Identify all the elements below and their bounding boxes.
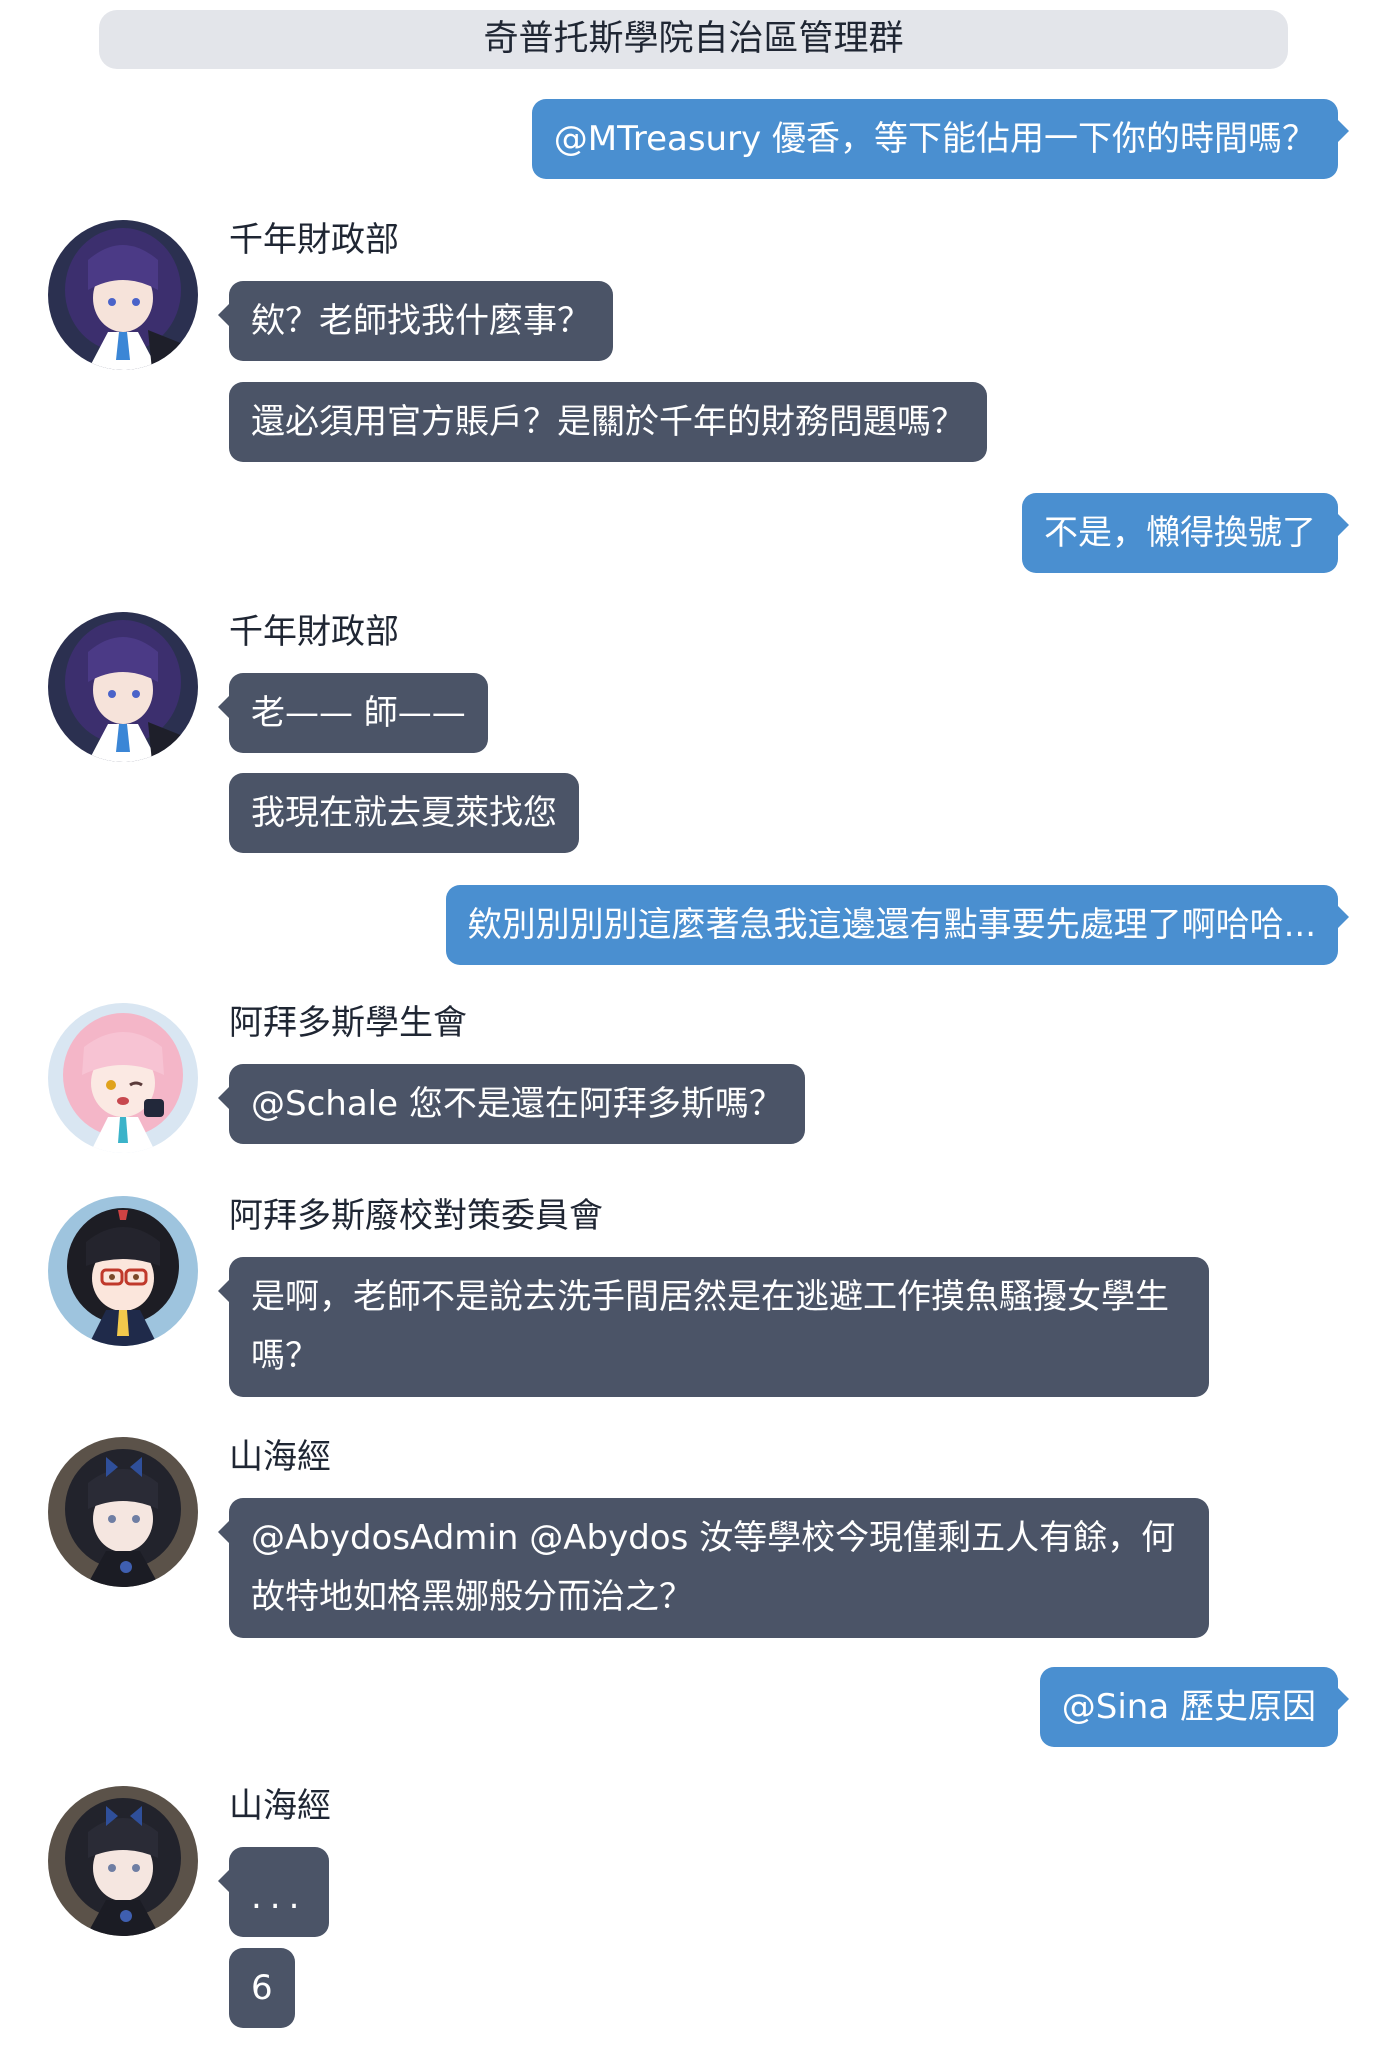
sender-name: 山海經 [229, 1437, 331, 1477]
outgoing-bubble[interactable]: @Sina 歷史原因 [1039, 1667, 1350, 1747]
avatar[interactable] [48, 220, 198, 370]
incoming-message: 老—— 師—— [218, 673, 488, 753]
outgoing-message: 欸別別別別這麼著急我這邊還有點事要先處理了啊哈哈... [445, 885, 1350, 965]
dark-hair-butterfly-girl-avatar-icon [48, 1437, 198, 1587]
group-title-bar[interactable]: 奇普托斯學院自治區管理群 [99, 10, 1288, 69]
sender-name: 阿拜多斯廢校對策委員會 [229, 1196, 603, 1236]
incoming-message: 是啊，老師不是說去洗手間居然是在逃避工作摸魚騷擾女學生嗎？ [218, 1257, 1209, 1397]
sender-name: 阿拜多斯學生會 [229, 1003, 467, 1043]
incoming-message: ... [217, 1847, 330, 1937]
pink-hair-girl-avatar-icon [48, 1003, 198, 1153]
outgoing-bubble[interactable]: 欸別別別別這麼著急我這邊還有點事要先處理了啊哈哈... [445, 885, 1350, 965]
purple-hair-girl-avatar-icon [48, 612, 198, 762]
outgoing-bubble[interactable]: 不是，懶得換號了 [1022, 493, 1349, 573]
black-hair-glasses-girl-avatar-icon [48, 1196, 198, 1346]
incoming-bubble[interactable]: 6 [229, 1948, 295, 2028]
dark-hair-butterfly-girl-avatar-icon [48, 1786, 198, 1936]
sender-name: 千年財政部 [229, 612, 399, 652]
incoming-bubble[interactable]: 還必須用官方賬戶？是關於千年的財務問題嗎？ [229, 382, 987, 462]
outgoing-message: @MTreasury 優香，等下能佔用一下你的時間嗎？ [531, 99, 1350, 179]
group-title: 奇普托斯學院自治區管理群 [483, 19, 904, 59]
incoming-bubble[interactable]: 我現在就去夏萊找您 [229, 773, 579, 853]
avatar[interactable] [48, 612, 198, 762]
incoming-message: @Schale 您不是還在阿拜多斯嗎？ [218, 1064, 805, 1144]
avatar[interactable] [48, 1437, 198, 1587]
purple-hair-girl-avatar-icon [48, 220, 198, 370]
avatar[interactable] [48, 1786, 198, 1936]
outgoing-message: 不是，懶得換號了 [1022, 493, 1349, 573]
incoming-message: 我現在就去夏萊找您 [229, 773, 579, 853]
outgoing-message: @Sina 歷史原因 [1039, 1667, 1350, 1747]
incoming-message: 欸？老師找我什麼事？ [218, 281, 613, 361]
incoming-bubble[interactable]: 老—— 師—— [218, 673, 488, 753]
avatar[interactable] [48, 1196, 198, 1346]
incoming-bubble[interactable]: 是啊，老師不是說去洗手間居然是在逃避工作摸魚騷擾女學生嗎？ [218, 1257, 1209, 1397]
incoming-bubble[interactable]: @Schale 您不是還在阿拜多斯嗎？ [218, 1064, 805, 1144]
avatar[interactable] [48, 1003, 198, 1153]
sender-name: 山海經 [229, 1786, 331, 1826]
incoming-bubble[interactable]: @AbydosAdmin @Abydos 汝等學校今現僅剩五人有餘，何故特地如格… [218, 1498, 1209, 1638]
sender-name: 千年財政部 [229, 220, 399, 260]
incoming-bubble[interactable]: ... [217, 1847, 330, 1937]
incoming-message: 6 [229, 1948, 295, 2028]
incoming-message: @AbydosAdmin @Abydos 汝等學校今現僅剩五人有餘，何故特地如格… [218, 1498, 1209, 1638]
outgoing-bubble[interactable]: @MTreasury 優香，等下能佔用一下你的時間嗎？ [531, 99, 1350, 179]
incoming-bubble[interactable]: 欸？老師找我什麼事？ [218, 281, 613, 361]
incoming-message: 還必須用官方賬戶？是關於千年的財務問題嗎？ [229, 382, 987, 462]
